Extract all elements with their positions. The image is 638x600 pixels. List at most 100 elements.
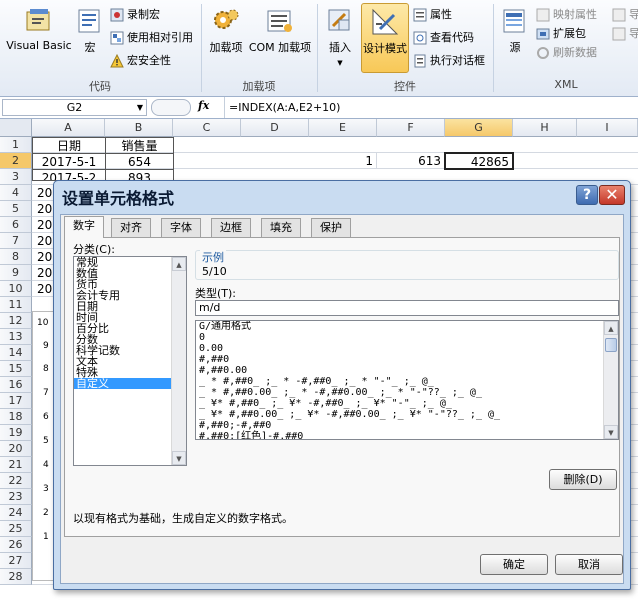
- help-button[interactable]: ?: [576, 185, 598, 205]
- chevron-down-icon[interactable]: ▼: [137, 100, 143, 115]
- row-header[interactable]: 27: [0, 553, 32, 569]
- row-header[interactable]: 15: [0, 361, 32, 377]
- cell-a2[interactable]: 2017-5-1: [32, 153, 106, 170]
- scroll-up-icon[interactable]: ▲: [172, 257, 186, 271]
- close-button[interactable]: ✕: [599, 185, 625, 205]
- list-item[interactable]: G/通用格式: [196, 321, 618, 332]
- tab-alignment[interactable]: 对齐: [111, 218, 151, 237]
- list-item[interactable]: #,##0;-#,##0: [196, 420, 618, 431]
- row-header[interactable]: 23: [0, 489, 32, 505]
- row-header[interactable]: 17: [0, 393, 32, 409]
- cancel-button[interactable]: 取消: [555, 554, 623, 575]
- scroll-up-icon[interactable]: ▲: [604, 321, 618, 335]
- name-box[interactable]: G2 ▼: [2, 99, 147, 116]
- list-item[interactable]: #,##0;[红色]-#,##0: [196, 431, 618, 439]
- list-item[interactable]: #,##0.00: [196, 365, 618, 376]
- expansion-packs-button[interactable]: 扩展包: [536, 25, 586, 43]
- scroll-down-icon[interactable]: ▼: [172, 451, 186, 465]
- cell-a6[interactable]: 20: [34, 217, 54, 233]
- formula-input[interactable]: =INDEX(A:A,E2+10): [224, 97, 638, 118]
- run-dialog-button[interactable]: 执行对话框: [413, 52, 485, 70]
- column-header[interactable]: I: [577, 119, 638, 137]
- insert-function-button[interactable]: fx: [198, 99, 209, 112]
- column-header[interactable]: E: [309, 119, 377, 137]
- tab-number[interactable]: 数字: [64, 216, 104, 238]
- design-mode-button[interactable]: 设计模式: [361, 3, 409, 73]
- row-header[interactable]: 20: [0, 441, 32, 457]
- cell-e2[interactable]: 1: [309, 153, 377, 169]
- scroll-down-icon[interactable]: ▼: [604, 425, 618, 439]
- select-all-corner[interactable]: [0, 119, 32, 137]
- com-addins-button[interactable]: COM 加载项: [248, 6, 312, 55]
- format-list[interactable]: G/通用格式 0 0.00 #,##0 #,##0.00 _ * #,##0_ …: [195, 320, 619, 440]
- macros-button[interactable]: 宏: [76, 6, 104, 55]
- scroll-thumb[interactable]: [605, 338, 617, 352]
- row-header[interactable]: 28: [0, 569, 32, 585]
- cell-f2[interactable]: 613: [377, 153, 445, 169]
- list-item[interactable]: 0.00: [196, 343, 618, 354]
- delete-button[interactable]: 删除(D): [549, 469, 617, 490]
- list-item[interactable]: 自定义: [74, 378, 186, 389]
- column-header[interactable]: G: [445, 119, 513, 137]
- column-header[interactable]: A: [32, 119, 105, 137]
- refresh-data-button[interactable]: 刷新数据: [536, 44, 597, 62]
- visual-basic-button[interactable]: Visual Basic: [4, 6, 74, 52]
- row-header[interactable]: 4: [0, 185, 32, 201]
- row-header[interactable]: 1: [0, 137, 32, 153]
- column-header[interactable]: D: [241, 119, 309, 137]
- list-item[interactable]: _ * #,##0_ ;_ * -#,##0_ ;_ * "-"_ ;_ @_: [196, 376, 618, 387]
- list-item[interactable]: 0: [196, 332, 618, 343]
- row-header[interactable]: 14: [0, 345, 32, 361]
- column-header[interactable]: C: [173, 119, 241, 137]
- row-header[interactable]: 6: [0, 217, 32, 233]
- cell-a9[interactable]: 20: [34, 265, 54, 281]
- tab-font[interactable]: 字体: [161, 218, 201, 237]
- cell-b2[interactable]: 654: [105, 153, 174, 170]
- row-header[interactable]: 21: [0, 457, 32, 473]
- row-header[interactable]: 8: [0, 249, 32, 265]
- cell-a10[interactable]: 20: [34, 281, 54, 297]
- cell-a8[interactable]: 20: [34, 249, 54, 265]
- row-header[interactable]: 5: [0, 201, 32, 217]
- column-header[interactable]: H: [513, 119, 577, 137]
- category-list[interactable]: 常规 数值 货币 会计专用 日期 时间 百分比 分数 科学记数 文本 特殊 自定…: [73, 256, 187, 466]
- row-header[interactable]: 26: [0, 537, 32, 553]
- column-header[interactable]: B: [105, 119, 173, 137]
- row-header[interactable]: 24: [0, 505, 32, 521]
- category-scrollbar[interactable]: ▲ ▼: [171, 257, 186, 465]
- xml-source-button[interactable]: 源: [499, 6, 531, 55]
- row-header[interactable]: 7: [0, 233, 32, 249]
- list-item[interactable]: _ ¥* #,##0_ ;_ ¥* -#,##0_ ;_ ¥* "-"_ ;_ …: [196, 398, 618, 409]
- export-button[interactable]: 导出: [612, 25, 638, 43]
- record-macro-button[interactable]: 录制宏: [110, 6, 160, 24]
- insert-control-button[interactable]: 插入 ▼: [322, 6, 358, 67]
- row-header[interactable]: 2: [0, 153, 32, 169]
- row-header[interactable]: 10: [0, 281, 32, 297]
- macro-security-button[interactable]: 宏安全性: [110, 52, 171, 70]
- row-header[interactable]: 3: [0, 169, 32, 185]
- ok-button[interactable]: 确定: [480, 554, 548, 575]
- row-header[interactable]: 9: [0, 265, 32, 281]
- row-header[interactable]: 18: [0, 409, 32, 425]
- view-code-button[interactable]: 查看代码: [413, 29, 474, 47]
- formula-bar-resize-handle[interactable]: [151, 99, 191, 116]
- row-header[interactable]: 25: [0, 521, 32, 537]
- cell-a5[interactable]: 20: [34, 201, 54, 217]
- relative-ref-button[interactable]: 使用相对引用: [110, 29, 193, 47]
- row-header[interactable]: 16: [0, 377, 32, 393]
- cell-g2-active[interactable]: 42865: [444, 152, 514, 170]
- map-properties-button[interactable]: 映射属性: [536, 6, 597, 24]
- row-header[interactable]: 12: [0, 313, 32, 329]
- addins-button[interactable]: 加载项: [206, 6, 246, 55]
- format-scrollbar[interactable]: ▲ ▼: [603, 321, 618, 439]
- import-button[interactable]: 导入: [612, 6, 638, 24]
- column-header[interactable]: F: [377, 119, 445, 137]
- cell-a4[interactable]: 20: [34, 185, 54, 201]
- tab-fill[interactable]: 填充: [261, 218, 301, 237]
- type-input[interactable]: m/d: [195, 300, 619, 316]
- tab-protection[interactable]: 保护: [311, 218, 351, 237]
- row-header[interactable]: 19: [0, 425, 32, 441]
- row-header[interactable]: 11: [0, 297, 32, 313]
- list-item[interactable]: #,##0: [196, 354, 618, 365]
- row-header[interactable]: 22: [0, 473, 32, 489]
